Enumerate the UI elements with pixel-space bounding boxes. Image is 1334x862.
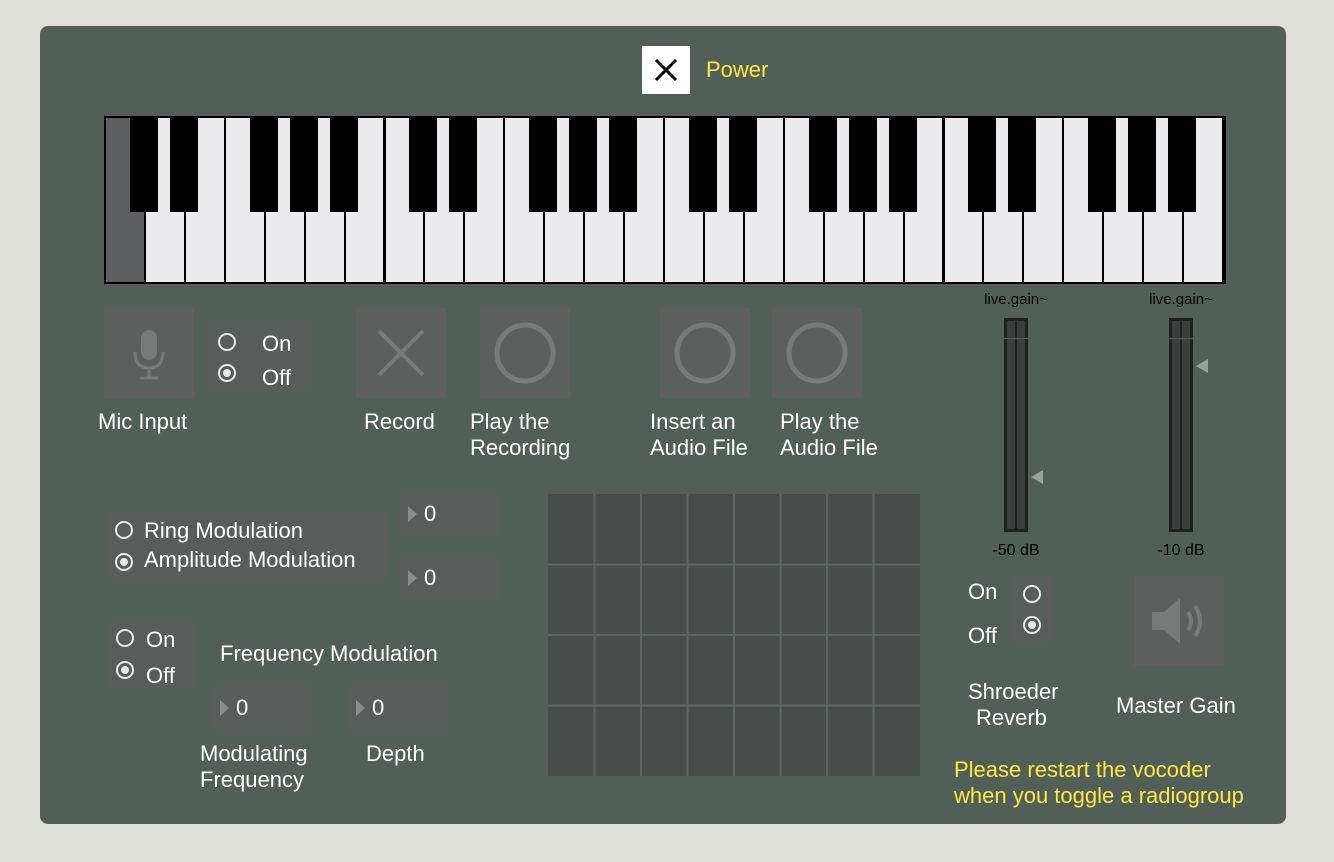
restart-notice-line-2: when you toggle a radiogroup	[954, 783, 1244, 808]
black-key[interactable]	[1088, 118, 1117, 212]
reverb-on-radio[interactable]	[1023, 585, 1041, 603]
gain-meter-2-db: -10 dB	[1157, 542, 1205, 559]
play-audio-button[interactable]	[772, 308, 862, 398]
modulation-number-2[interactable]: 0	[400, 556, 500, 600]
reverb-on-label: On	[968, 579, 998, 604]
fm-label: Frequency Modulation	[220, 641, 438, 666]
gain-meter-1-label: live.gain~	[984, 291, 1048, 308]
triangle-icon	[220, 700, 229, 716]
master-gain-label: Master Gain	[1116, 693, 1236, 718]
record-button[interactable]	[356, 308, 446, 398]
fm-off-label: Off	[146, 663, 175, 688]
black-key[interactable]	[129, 118, 158, 212]
mic-button[interactable]	[104, 308, 194, 398]
mic-off-radio[interactable]	[218, 364, 236, 382]
circle-icon	[674, 322, 736, 384]
mic-input-label: Mic Input	[98, 409, 188, 434]
triangle-icon	[408, 506, 417, 522]
insert-audio-button[interactable]	[660, 308, 750, 398]
black-key[interactable]	[449, 118, 478, 212]
triangle-icon	[408, 570, 417, 586]
x-icon	[377, 329, 425, 377]
insert-audio-label-2: Audio File	[650, 435, 748, 460]
black-key[interactable]	[848, 118, 877, 212]
play-audio-label-2: Audio File	[780, 435, 878, 460]
power-toggle[interactable]	[642, 46, 690, 94]
speaker-icon	[1152, 598, 1202, 644]
power-label: Power	[706, 57, 769, 82]
reverb-off-radio[interactable]	[1023, 616, 1041, 634]
restart-notice-line-1: Please restart the vocoder	[954, 757, 1211, 782]
matrix-grid[interactable]	[548, 494, 920, 776]
black-key[interactable]	[1168, 118, 1197, 212]
gain-meter-2[interactable]	[1169, 318, 1193, 532]
play-audio-label-1: Play the	[780, 409, 860, 434]
depth-number[interactable]: 0	[348, 686, 448, 730]
microphone-icon	[133, 330, 165, 380]
black-key[interactable]	[609, 118, 638, 212]
black-key[interactable]	[808, 118, 837, 212]
black-key[interactable]	[888, 118, 917, 212]
mic-on-radio[interactable]	[218, 333, 236, 351]
depth-label: Depth	[366, 741, 425, 766]
play-recording-label-1: Play the	[470, 409, 550, 434]
master-gain-button[interactable]	[1134, 576, 1224, 666]
modulating-frequency-label-1: Modulating	[200, 741, 308, 766]
gain-meter-1[interactable]	[1004, 318, 1028, 532]
black-key[interactable]	[409, 118, 438, 212]
grid-lines	[548, 494, 920, 776]
gain-meter-1-db: -50 dB	[992, 542, 1040, 559]
modulation-number-1[interactable]: 0	[400, 492, 500, 536]
reverb-radio-group	[1014, 576, 1050, 644]
black-key[interactable]	[329, 118, 358, 212]
fm-off-radio[interactable]	[116, 661, 134, 679]
gain-meter-1-slider-icon[interactable]	[1031, 470, 1043, 484]
black-key[interactable]	[1008, 118, 1037, 212]
black-key[interactable]	[289, 118, 318, 212]
mic-radio-group: On Off	[208, 324, 312, 392]
black-key[interactable]	[529, 118, 558, 212]
modulation-radio-group: Ring Modulation Amplitude Modulation	[106, 512, 386, 578]
gain-meter-2-label: live.gain~	[1149, 291, 1213, 308]
mic-off-label: Off	[262, 365, 291, 390]
ring-modulation-label: Ring Modulation	[144, 518, 303, 543]
fm-on-label: On	[146, 627, 176, 652]
circle-icon	[786, 322, 848, 384]
play-recording-button[interactable]	[480, 308, 570, 398]
black-key[interactable]	[968, 118, 997, 212]
reverb-label-1: Shroeder	[968, 679, 1059, 704]
mic-on-label: On	[262, 331, 292, 356]
black-key[interactable]	[569, 118, 598, 212]
triangle-icon	[356, 700, 365, 716]
modulating-frequency-label-2: Frequency	[200, 767, 304, 792]
fm-radio-group: On Off	[108, 620, 196, 688]
close-icon	[654, 58, 678, 82]
amplitude-modulation-label: Amplitude Modulation	[144, 547, 356, 572]
modulating-frequency-number[interactable]: 0	[212, 686, 312, 730]
ring-modulation-radio[interactable]	[115, 521, 133, 539]
black-key[interactable]	[169, 118, 198, 212]
black-key[interactable]	[728, 118, 757, 212]
reverb-label-2: Reverb	[976, 705, 1047, 730]
circle-icon	[494, 322, 556, 384]
piano-keyboard[interactable]	[104, 116, 1226, 284]
gain-meter-2-slider-icon[interactable]	[1196, 359, 1208, 373]
record-label: Record	[364, 409, 435, 434]
fm-on-radio[interactable]	[116, 629, 134, 647]
amplitude-modulation-radio[interactable]	[115, 553, 133, 571]
black-key[interactable]	[1128, 118, 1157, 212]
play-recording-label-2: Recording	[470, 435, 571, 460]
black-key[interactable]	[688, 118, 717, 212]
black-key[interactable]	[249, 118, 278, 212]
reverb-off-label: Off	[968, 623, 997, 648]
insert-audio-label-1: Insert an	[650, 409, 736, 434]
